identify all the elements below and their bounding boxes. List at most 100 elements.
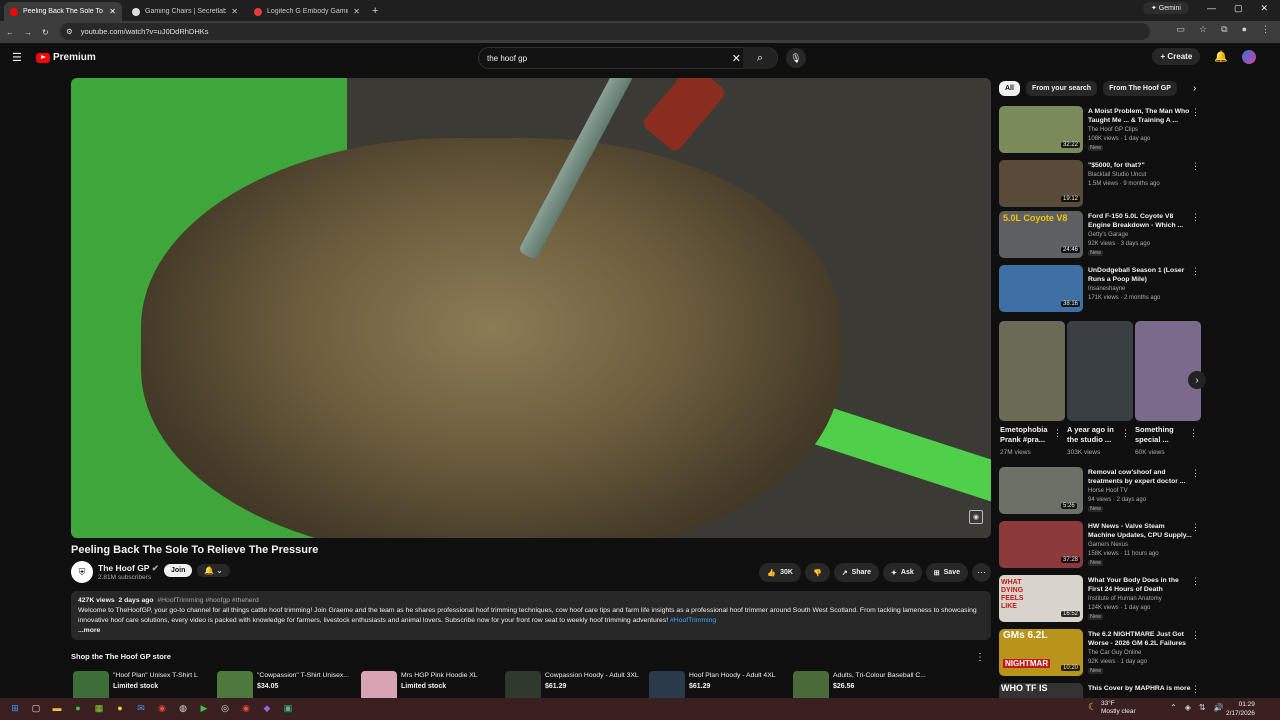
- xbox-icon[interactable]: ●: [71, 701, 85, 715]
- short-title[interactable]: A year ago in the studio ...: [1067, 425, 1122, 445]
- close-tab-icon[interactable]: ✕: [231, 7, 238, 16]
- new-tab-icon[interactable]: +: [372, 5, 378, 17]
- avatar[interactable]: [1242, 49, 1256, 64]
- youtube-logo[interactable]: Premium: [36, 52, 96, 63]
- recommended-video[interactable]: 38:16 UnDodgeball Season 1 (Loser Runs a…: [999, 265, 1204, 315]
- windows-start-icon[interactable]: ⊞: [8, 701, 22, 715]
- create-button[interactable]: + Create: [1152, 48, 1201, 65]
- video-player[interactable]: ◉: [71, 78, 991, 538]
- more-options-icon[interactable]: ⋮: [1191, 630, 1200, 641]
- short-title[interactable]: Something special ...: [1135, 425, 1190, 445]
- more-options-icon[interactable]: ⋮: [1191, 161, 1200, 172]
- forward-icon[interactable]: →: [24, 28, 32, 37]
- recommended-video[interactable]: 5:26 Removal cow'shoof and treatments by…: [999, 467, 1204, 517]
- url-bar[interactable]: ⚙ youtube.com/watch?v=uJ0DdRhDHKs: [60, 23, 1150, 40]
- browser-tab[interactable]: Gaming Chairs | Secretlab TITA ✕: [126, 2, 244, 21]
- search-input[interactable]: the hoof gp: [487, 54, 527, 63]
- search-box[interactable]: the hoof gp ✕ ⌕: [478, 47, 778, 69]
- close-tab-icon[interactable]: ✕: [353, 7, 360, 16]
- share-button[interactable]: ↗ Share: [833, 563, 880, 582]
- chip-from-channel[interactable]: From The Hoof GP: [1103, 81, 1177, 96]
- cast-icon[interactable]: ▭: [1177, 24, 1186, 35]
- channel-watermark-icon[interactable]: ◉: [969, 510, 983, 524]
- volume-icon[interactable]: 🔊: [1214, 703, 1224, 712]
- channel-avatar[interactable]: ⛨: [71, 561, 93, 583]
- description-box[interactable]: 427K views 2 days ago #HoofTrimming #hoo…: [71, 591, 991, 640]
- recommended-video[interactable]: WHAT DYING FEELS LIKE 16:52 What Your Bo…: [999, 575, 1204, 625]
- more-options-icon[interactable]: ⋮: [1191, 684, 1200, 695]
- tray-chevron-icon[interactable]: ⌃: [1170, 703, 1177, 712]
- browser-tab[interactable]: Peeling Back The Sole To Relie ✕: [4, 2, 122, 21]
- store-product[interactable]: Hoof Plan Hoody - Adult 4XL $61.29: [649, 671, 782, 701]
- chip-from-your-search[interactable]: From your search: [1025, 81, 1098, 96]
- store-menu-icon[interactable]: ⋮: [975, 652, 985, 663]
- location-icon[interactable]: ◈: [1185, 703, 1191, 712]
- shorts-next-icon[interactable]: ›: [1188, 371, 1206, 389]
- recommended-video[interactable]: 19:12 "$5000, for that?" Blacktail Studi…: [999, 160, 1204, 210]
- reload-icon[interactable]: ↻: [42, 28, 49, 37]
- gemini-button[interactable]: ✦ Gemini: [1142, 2, 1189, 14]
- network-icon[interactable]: ⇅: [1199, 703, 1206, 712]
- description-tag-link[interactable]: #HoofTrimming: [670, 617, 716, 624]
- notifications-bell-icon[interactable]: 🔔: [1214, 50, 1228, 63]
- channel-name[interactable]: The Hoof GP ✔: [98, 563, 159, 574]
- more-options-icon[interactable]: ⋮: [1191, 212, 1200, 223]
- short-title[interactable]: Emetophobia Prank #pra...: [1000, 425, 1055, 445]
- bookmark-star-icon[interactable]: ☆: [1199, 24, 1207, 35]
- more-options-icon[interactable]: ⋮: [1191, 468, 1200, 479]
- search-icon[interactable]: ⌕: [743, 47, 777, 69]
- chevron-right-icon[interactable]: ›: [1193, 83, 1196, 94]
- short-thumbnail[interactable]: [999, 321, 1065, 421]
- recommended-video[interactable]: 5.0L Coyote V8 24:46 Ford F-150 5.0L Coy…: [999, 211, 1204, 261]
- profile-icon[interactable]: ●: [1242, 24, 1247, 35]
- recommended-video[interactable]: GMs 6.2L NIGHTMAR 10:20 The 6.2 NIGHTMAR…: [999, 629, 1204, 679]
- store-product[interactable]: "Hoof Plan" Unisex T-Shirt L Limited stoc…: [73, 671, 206, 701]
- minimize-icon[interactable]: —: [1207, 3, 1216, 13]
- ask-button[interactable]: ✦ Ask: [883, 563, 922, 582]
- store-product[interactable]: Adults, Tri-Colour Baseball C... $26.56: [793, 671, 926, 701]
- media-player-icon[interactable]: ▶: [197, 701, 211, 715]
- description-more[interactable]: ...more: [78, 626, 984, 636]
- close-window-icon[interactable]: ✕: [1260, 3, 1268, 14]
- app-icon[interactable]: ●: [113, 701, 127, 715]
- close-tab-icon[interactable]: ✕: [109, 7, 116, 16]
- like-button[interactable]: 👍 30K: [759, 563, 801, 582]
- menu-dots-icon[interactable]: ⋮: [1261, 24, 1270, 35]
- subscribed-bell-button[interactable]: 🔔 ⌄: [197, 564, 230, 577]
- store-product[interactable]: Mrs HGP Pink Hoodie XL Limited stock: [361, 671, 494, 701]
- recommended-video[interactable]: 37:28 HW News - Valve Steam Machine Upda…: [999, 521, 1204, 571]
- chrome-active-icon[interactable]: ◉: [239, 701, 253, 715]
- more-options-icon[interactable]: ⋮: [1191, 522, 1200, 533]
- hamburger-menu-icon[interactable]: ☰: [12, 51, 22, 64]
- more-options-icon[interactable]: ⋮: [1191, 266, 1200, 277]
- app-icon[interactable]: ◍: [176, 701, 190, 715]
- store-product[interactable]: "Cowpassion" T-Shirt Unisex... $34.05: [217, 671, 350, 701]
- more-actions-icon[interactable]: ⋯: [972, 563, 991, 582]
- recommended-video[interactable]: 32:22 A Moist Problem, The Man Who Taugh…: [999, 106, 1204, 156]
- chrome-icon[interactable]: ◉: [155, 701, 169, 715]
- dislike-button[interactable]: 👎: [804, 563, 830, 582]
- microphone-icon[interactable]: 🎙: [786, 48, 806, 68]
- store-product[interactable]: Cowpassion Hoody - Adult 3XL $61.29: [505, 671, 639, 701]
- save-button[interactable]: ⊞ Save: [925, 563, 968, 582]
- join-button[interactable]: Join: [164, 564, 193, 577]
- file-explorer-icon[interactable]: ▬: [50, 701, 64, 715]
- recommended-video[interactable]: WHO TF IS This Cover by MAPHRA is more ⋮: [999, 683, 1204, 698]
- store-icon[interactable]: ▦: [92, 701, 106, 715]
- back-icon[interactable]: ←: [6, 28, 14, 37]
- description-hashtags[interactable]: #HoofTrimming #hoofgp #theherd: [157, 597, 258, 604]
- app-icon[interactable]: ◆: [260, 701, 274, 715]
- short-thumbnail[interactable]: [1135, 321, 1201, 421]
- weather-widget[interactable]: ☾ 33°F Mostly clear: [1088, 700, 1136, 716]
- extensions-icon[interactable]: ⧉: [1221, 24, 1227, 35]
- more-options-icon[interactable]: ⋮: [1191, 576, 1200, 587]
- short-more-icon[interactable]: ⋮: [1053, 428, 1062, 439]
- github-icon[interactable]: ◎: [218, 701, 232, 715]
- short-thumbnail[interactable]: [1067, 321, 1133, 421]
- maximize-icon[interactable]: ▢: [1234, 3, 1243, 14]
- chip-all[interactable]: All: [999, 81, 1020, 96]
- short-more-icon[interactable]: ⋮: [1121, 428, 1130, 439]
- task-view-icon[interactable]: ▢: [29, 701, 43, 715]
- mail-icon[interactable]: ✉: [134, 701, 148, 715]
- app-icon[interactable]: ▣: [281, 701, 295, 715]
